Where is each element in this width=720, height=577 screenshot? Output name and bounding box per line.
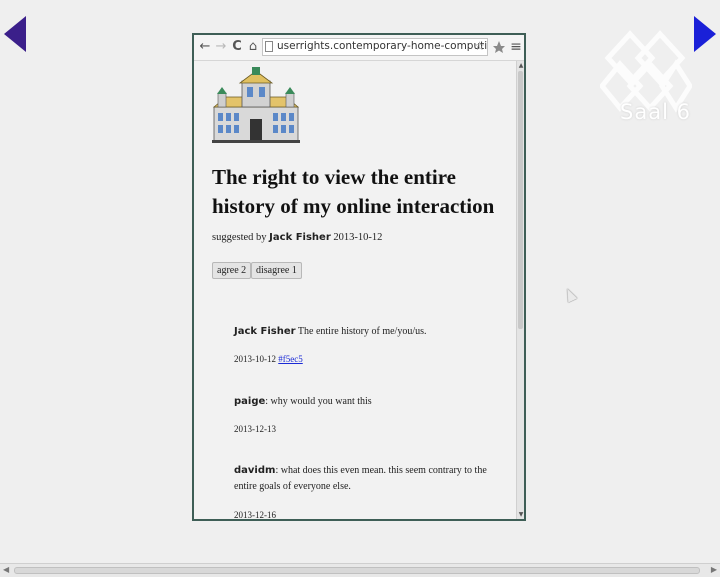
building-logo-icon — [212, 67, 300, 143]
video-frame: Saal 6 ← → C ⌂ userrights.contemporary-h… — [0, 0, 720, 577]
comment-author: davidm — [234, 465, 276, 476]
back-button[interactable]: ← — [197, 38, 213, 56]
page-content: The right to view the entire history of … — [194, 61, 516, 519]
comment-author: paige — [234, 396, 266, 407]
home-button[interactable]: ⌂ — [245, 38, 261, 56]
suggested-author: Jack Fisher — [269, 232, 331, 243]
page-icon — [265, 41, 273, 52]
scroll-left-icon[interactable]: ◀ — [3, 565, 9, 574]
forward-button[interactable]: → — [213, 38, 229, 56]
comment: paige: why would you want this 2013-12-1… — [234, 394, 502, 434]
scroll-up-icon[interactable]: ▲ — [517, 61, 525, 70]
comment: davidm: what does this even mean. this s… — [234, 463, 502, 519]
comment-date: 2013-12-13 — [234, 424, 276, 434]
page-scrollbar[interactable]: ▲ ▼ — [516, 61, 524, 519]
comment-meta: 2013-10-12 #f5ec5 — [234, 351, 303, 367]
url-text: userrights.contemporary-home-computing.o… — [277, 40, 488, 52]
mouse-cursor-icon — [562, 286, 578, 303]
browser-toolbar: ← → C ⌂ userrights.contemporary-home-com… — [194, 35, 524, 61]
horizontal-scroll-thumb[interactable] — [14, 567, 700, 574]
comment: Jack Fisher The entire history of me/you… — [234, 324, 502, 364]
comment-link[interactable]: #f5ec5 — [278, 354, 303, 364]
comment-text: : why would you want this — [265, 396, 372, 407]
address-bar[interactable]: userrights.contemporary-home-computing.o… — [262, 38, 488, 56]
scroll-down-icon[interactable]: ▼ — [517, 510, 525, 519]
previous-arrow-icon[interactable] — [4, 16, 26, 52]
comment-author: Jack Fisher — [234, 326, 296, 337]
comment-text: The entire history of me/you/us. — [297, 326, 427, 337]
disagree-button[interactable]: disagree 1 — [251, 262, 302, 279]
horizontal-scrollbar[interactable]: ◀ ▶ — [0, 563, 720, 577]
watermark-label: Saal 6 — [620, 100, 691, 124]
scroll-thumb[interactable] — [518, 71, 523, 329]
reload-button[interactable]: C — [229, 38, 245, 56]
agree-button[interactable]: agree 2 — [212, 262, 252, 279]
comment-date: 2013-12-16 — [234, 510, 276, 519]
suggested-by: suggested by Jack Fisher 2013-10-12 — [212, 232, 382, 243]
menu-button[interactable]: ≡ — [508, 38, 524, 56]
extension-icon[interactable] — [492, 40, 506, 54]
scroll-right-icon[interactable]: ▶ — [711, 565, 717, 574]
browser-window: ← → C ⌂ userrights.contemporary-home-com… — [192, 33, 526, 521]
comment-date: 2013-10-12 — [234, 354, 276, 364]
next-arrow-icon[interactable] — [694, 16, 716, 52]
bookmark-star-icon[interactable]: ☆ — [474, 39, 485, 53]
suggested-prefix: suggested by — [212, 232, 267, 243]
suggested-date: 2013-10-12 — [333, 232, 383, 243]
page-title: The right to view the entire history of … — [212, 165, 495, 218]
